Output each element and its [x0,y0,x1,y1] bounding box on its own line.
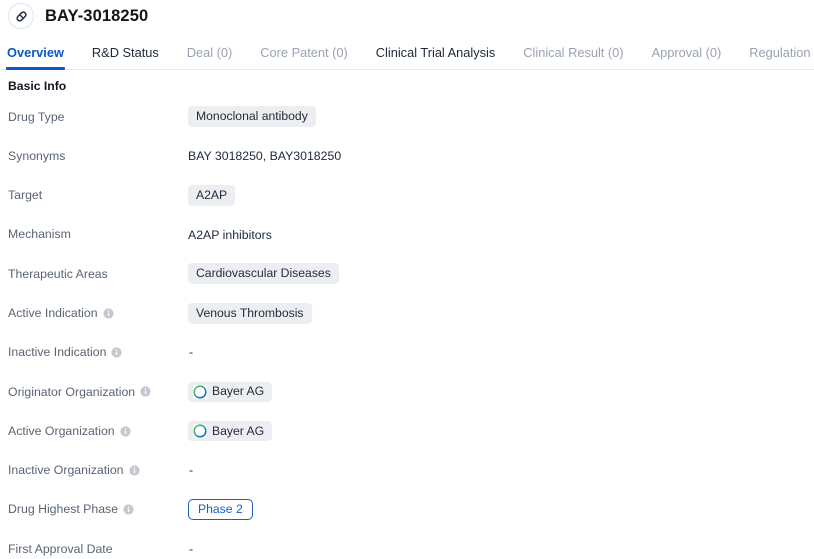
row-label-therapeutic-areas: Therapeutic Areas [8,266,188,281]
info-icon[interactable] [140,386,151,397]
phase-badge[interactable]: Phase 2 [188,498,253,521]
row-value-therapeutic-areas: Cardiovascular Diseases [188,263,339,285]
info-row-active-indication: Active Indication Venous Thrombosis [0,293,814,332]
tab-clinical-trial-analysis[interactable]: Clinical Trial Analysis [376,46,495,69]
info-icon[interactable] [128,465,140,476]
org-chip-originator-organization[interactable]: Bayer AG [188,381,273,402]
empty-value: - [189,541,194,556]
info-icon[interactable] [123,504,134,515]
row-label-inactive-indication: Inactive Indication [8,345,188,360]
text-value: BAY 3018250, BAY3018250 [188,148,342,163]
info-row-inactive-indication: Inactive Indication - [0,333,814,372]
row-value-originator-organization: Bayer AG [188,381,273,402]
text-value: A2AP inhibitors [188,227,272,242]
row-value-target: A2AP [188,184,236,206]
section-title-basic-info: Basic Info [8,79,67,93]
empty-value: - [189,345,194,360]
info-icon[interactable] [120,425,131,437]
row-value-active-organization: Bayer AG [188,421,273,442]
label-text: Mechanism [8,227,71,242]
label-text: Active Organization [8,423,115,438]
bayer-cross-logo [193,424,207,439]
page-header: BAY-3018250 [0,0,814,32]
tab-approval-0[interactable]: Approval (0) [652,46,722,69]
tab-clinical-result-0[interactable]: Clinical Result (0) [523,46,623,69]
info-icon[interactable] [111,347,123,358]
info-row-inactive-organization: Inactive Organization - [0,451,814,490]
label-text: Therapeutic Areas [8,266,108,281]
chip-therapeutic-areas[interactable]: Cardiovascular Diseases [188,263,339,285]
info-row-therapeutic-areas: Therapeutic Areas Cardiovascular Diseases [0,254,814,293]
row-value-drug-highest-phase: Phase 2 [188,498,253,521]
info-row-drug-highest-phase: Drug Highest Phase Phase 2 [0,490,814,529]
tab-r-d-status[interactable]: R&D Status [92,46,159,69]
label-text: Originator Organization [8,384,136,399]
info-row-synonyms: Synonyms BAY 3018250, BAY3018250 [0,136,814,175]
tab-deal-0[interactable]: Deal (0) [187,46,233,69]
tab-core-patent-0[interactable]: Core Patent (0) [260,46,348,69]
drug-detail-page: BAY-3018250 Overview R&D Status Deal (0) Co… [0,0,814,559]
label-text: Active Indication [8,305,98,320]
info-row-originator-organization: Originator Organization Bayer AG [0,372,814,411]
row-label-first-approval-date: First Approval Date [8,541,188,556]
page-title: BAY-3018250 [45,6,149,25]
row-label-drug-highest-phase: Drug Highest Phase [8,502,188,517]
label-text: Inactive Indication [8,345,107,360]
row-label-target: Target [8,188,188,203]
row-label-inactive-organization: Inactive Organization [8,464,188,476]
bayer-cross-logo [193,384,207,399]
label-text: Target [8,188,43,203]
info-row-drug-type: Drug Type Monoclonal antibody [0,97,814,136]
label-text: Drug Highest Phase [8,502,119,517]
row-value-active-indication: Venous Thrombosis [188,302,312,324]
chip-drug-type[interactable]: Monoclonal antibody [188,106,316,128]
info-icon[interactable] [102,308,114,319]
org-name: Bayer AG [212,423,265,438]
chip-active-indication[interactable]: Venous Thrombosis [188,302,312,324]
row-value-drug-type: Monoclonal antibody [188,106,316,128]
row-label-active-indication: Active Indication [8,307,188,319]
info-row-active-organization: Active Organization Bayer AG [0,411,814,450]
row-label-mechanism: Mechanism [8,227,188,242]
info-row-target: Target A2AP [0,176,814,215]
org-chip-active-organization[interactable]: Bayer AG [188,421,273,442]
row-label-active-organization: Active Organization [8,425,188,437]
row-value-inactive-organization: - [188,463,193,477]
label-text: First Approval Date [8,541,113,556]
basic-info-rows: Drug Type Monoclonal antibody Synonyms BAY … [0,93,814,559]
info-row-first-approval-date: First Approval Date - [0,529,814,559]
org-name: Bayer AG [212,384,265,399]
label-text: Synonyms [8,148,66,163]
tab-overview[interactable]: Overview [6,46,65,70]
info-row-mechanism: Mechanism A2AP inhibitors [0,215,814,254]
row-value-synonyms: BAY 3018250, BAY3018250 [188,149,341,163]
label-text: Inactive Organization [8,463,124,478]
row-value-mechanism: A2AP inhibitors [188,228,272,242]
row-label-synonyms: Synonyms [8,148,188,163]
row-value-first-approval-date: - [188,542,193,556]
pill-capsule-icon [8,3,34,29]
tab-regulation-0[interactable]: Regulation (0) [749,46,814,69]
chip-target[interactable]: A2AP [188,184,236,206]
row-value-inactive-indication: - [188,345,193,359]
tab-bar: Overview R&D Status Deal (0) Core Patent (0… [0,38,814,70]
row-label-originator-organization: Originator Organization [8,384,188,399]
label-text: Drug Type [8,109,65,124]
row-label-drug-type: Drug Type [8,109,188,124]
empty-value: - [189,463,194,478]
